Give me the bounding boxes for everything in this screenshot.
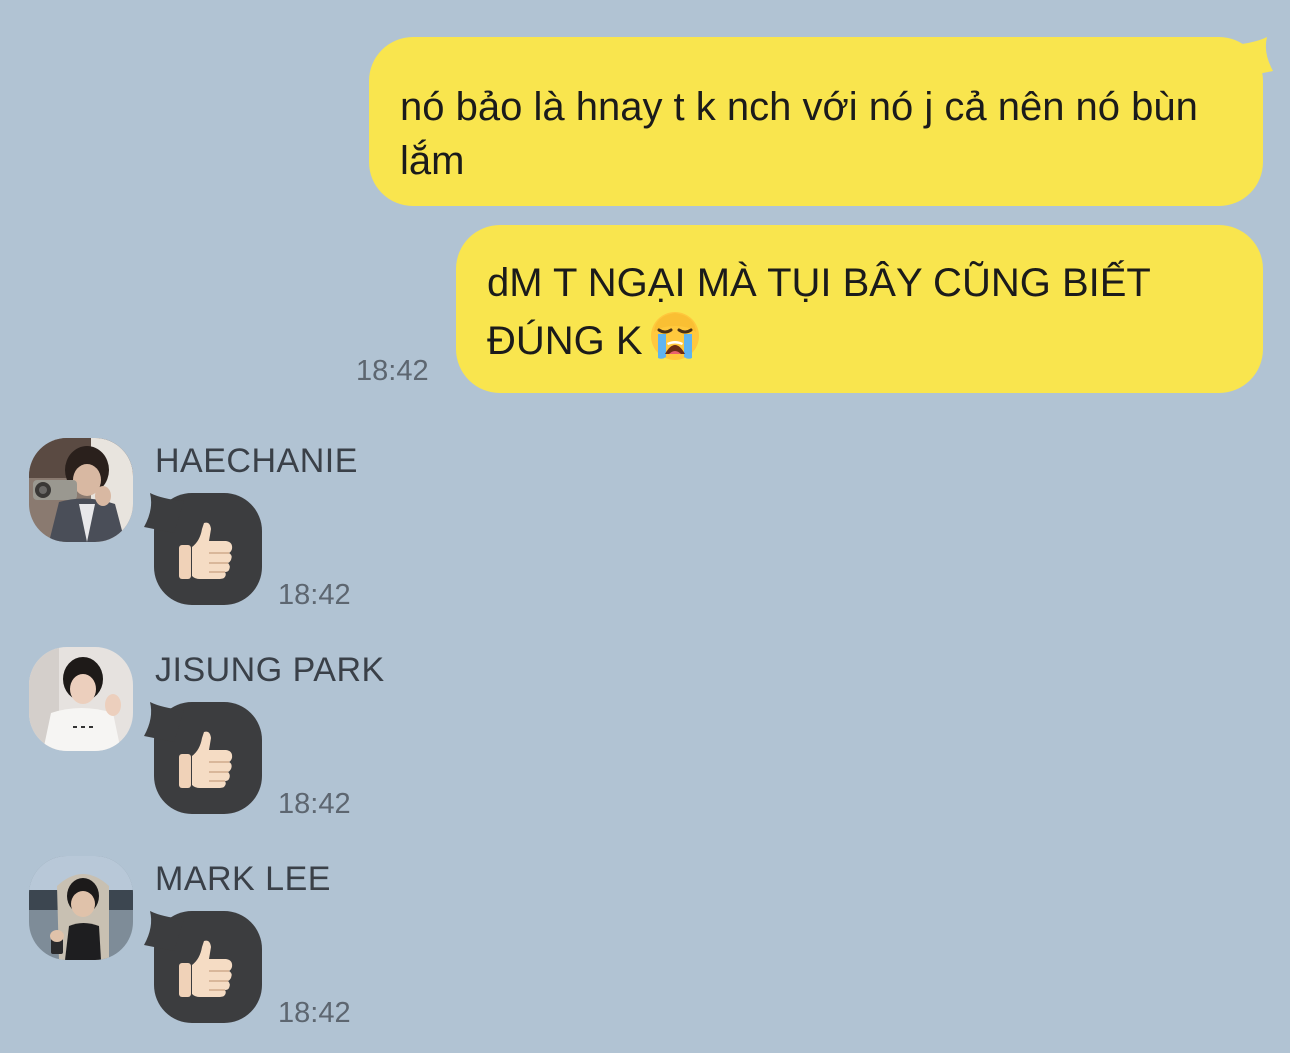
outgoing-message-bubble[interactable]: nó bảo là hnay t k nch với nó j cả nên n…	[369, 37, 1273, 206]
avatar[interactable]	[29, 856, 133, 960]
message-timestamp: 18:42	[278, 788, 351, 820]
chat-thread: nó bảo là hnay t k nch với nó j cả nên n…	[0, 0, 1290, 1053]
sender-name: JISUNG PARK	[155, 651, 385, 689]
incoming-message-bubble[interactable]	[144, 702, 262, 814]
avatar-photo	[29, 647, 133, 751]
avatar[interactable]	[29, 647, 133, 751]
sender-name: MARK LEE	[155, 860, 331, 898]
thumbs-up-icon	[179, 731, 233, 788]
incoming-message-bubble[interactable]	[144, 493, 262, 605]
message-text: dM T NGẠI MÀ TỤI BÂY CŨNG BIẾT ĐÚNG K	[487, 261, 1151, 363]
message-timestamp: 18:42	[356, 355, 429, 387]
outgoing-message-bubble[interactable]: dM T NGẠI MÀ TỤI BÂY CŨNG BIẾT ĐÚNG K	[456, 225, 1263, 393]
avatar[interactable]	[29, 438, 133, 542]
message-timestamp: 18:42	[278, 579, 351, 611]
message-text: nó bảo là hnay t k nch với nó j cả nên n…	[400, 85, 1198, 183]
avatar-photo	[29, 438, 133, 542]
message-timestamp: 18:42	[278, 997, 351, 1029]
loudly-crying-face-icon	[650, 312, 699, 360]
thumbs-up-icon	[179, 522, 233, 579]
thumbs-up-icon	[179, 940, 233, 997]
sender-name: HAECHANIE	[155, 442, 358, 480]
incoming-message-bubble[interactable]	[144, 911, 262, 1023]
bubble-tail	[1233, 37, 1273, 77]
avatar-photo	[29, 856, 133, 960]
